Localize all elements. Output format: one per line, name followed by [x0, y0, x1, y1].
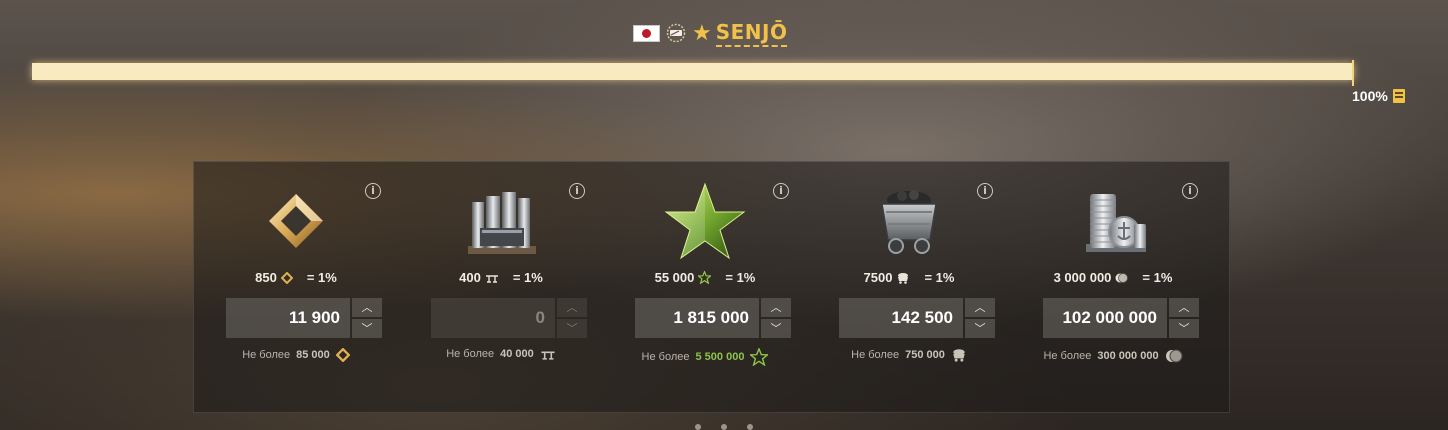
free-xp-icon: [698, 271, 712, 284]
credits-icon: [1165, 349, 1183, 363]
stepper-buttons: ︿ ﹀: [557, 298, 587, 338]
resource-card-credits: i 3 000 000 = 1% 102 000 000 ︿ ﹀ Не боле…: [1011, 162, 1215, 412]
decrement-button[interactable]: ﹀: [761, 319, 791, 338]
quantity-stepper[interactable]: ︿ ﹀: [1043, 298, 1199, 338]
limit-text: Не более 5 500 000: [603, 348, 807, 366]
quantity-stepper[interactable]: ︿ ﹀: [226, 298, 382, 338]
increment-button[interactable]: ︿: [761, 298, 791, 317]
elite-xp-icon: [335, 348, 350, 362]
info-icon[interactable]: i: [773, 183, 789, 199]
progress-end-marker: [1352, 60, 1354, 86]
decrement-button[interactable]: ﹀: [965, 319, 995, 338]
quantity-input-box[interactable]: [1043, 298, 1167, 338]
progress-bar: [32, 63, 1354, 80]
limit-text: Не более 85 000: [194, 348, 398, 362]
coal-icon: [898, 272, 909, 284]
quantity-stepper[interactable]: ︿ ﹀: [431, 298, 587, 338]
exchange-rate: 7500 = 1%: [863, 270, 955, 285]
page-dot[interactable]: [721, 424, 727, 430]
silver-coins-icon: [1086, 194, 1146, 252]
quantity-input-box[interactable]: [226, 298, 350, 338]
limit-text: Не более 300 000 000: [1011, 348, 1215, 364]
progress-fill: [33, 64, 1353, 79]
diamond-frame-icon: [269, 194, 323, 248]
steel-icon: [485, 274, 498, 283]
quantity-input-box[interactable]: [839, 298, 963, 338]
increment-button[interactable]: ︿: [352, 298, 382, 317]
stepper-buttons: ︿ ﹀: [1169, 298, 1199, 338]
quantity-stepper[interactable]: ︿ ﹀: [635, 298, 791, 338]
page-indicator: [684, 424, 764, 430]
page-dot[interactable]: [695, 424, 701, 430]
limit-text: Не более 40 000: [399, 348, 603, 360]
increment-button[interactable]: ︿: [965, 298, 995, 317]
stepper-buttons: ︿ ﹀: [352, 298, 382, 338]
resource-panel: i 850 = 1% ︿ ﹀ Не более: [193, 161, 1230, 413]
info-icon[interactable]: i: [365, 183, 381, 199]
stepper-buttons: ︿ ﹀: [965, 298, 995, 338]
stepper-buttons: ︿ ﹀: [761, 298, 791, 338]
increment-button[interactable]: ︿: [1169, 298, 1199, 317]
decrement-button[interactable]: ﹀: [1169, 319, 1199, 338]
quantity-input-box[interactable]: [635, 298, 759, 338]
document-icon[interactable]: [1392, 89, 1405, 103]
increment-button[interactable]: ︿: [557, 298, 587, 317]
exchange-rate: 850 = 1%: [255, 270, 337, 285]
coal-cart-icon: [881, 190, 937, 254]
exchange-rate: 400 = 1%: [459, 270, 543, 285]
star-icon: ★: [692, 20, 712, 45]
steel-beams-icon: [468, 192, 536, 254]
info-icon[interactable]: i: [569, 183, 585, 199]
elite-xp-icon: [280, 271, 293, 284]
progress-percent: 100%: [1352, 88, 1388, 104]
header: ★ SENJŌ: [0, 0, 1448, 60]
info-icon[interactable]: i: [1182, 183, 1198, 199]
resource-card-coal: i 7500 = 1% ︿ ﹀: [807, 162, 1011, 412]
quantity-input[interactable]: [226, 298, 350, 338]
quantity-input[interactable]: [1043, 298, 1167, 338]
credits-icon: [1115, 272, 1129, 283]
exchange-rate: 3 000 000 = 1%: [1053, 270, 1173, 285]
free-xp-icon: [750, 348, 769, 366]
green-star-icon: [664, 182, 746, 260]
resource-card-steel: i 400 = 1% ︿ ﹀: [399, 162, 603, 412]
resource-card-free-xp: i 55 000 = 1% ︿ ﹀ Не более: [603, 162, 807, 412]
ship-title: ★ SENJŌ: [633, 20, 788, 47]
quantity-input[interactable]: [635, 298, 759, 338]
battleship-class-icon: [664, 23, 688, 43]
japan-flag-icon: [633, 24, 660, 42]
decrement-button[interactable]: ﹀: [557, 319, 587, 338]
ship-name-link[interactable]: SENJŌ: [715, 20, 788, 47]
steel-icon: [541, 351, 555, 360]
quantity-input[interactable]: [839, 298, 963, 338]
exchange-rate: 55 000 = 1%: [654, 270, 756, 285]
quantity-input[interactable]: [431, 298, 555, 338]
limit-text: Не более 750 000: [807, 348, 1011, 362]
coal-icon: [953, 349, 965, 362]
quantity-stepper[interactable]: ︿ ﹀: [839, 298, 995, 338]
resource-card-elite-xp: i 850 = 1% ︿ ﹀ Не более: [194, 162, 398, 412]
info-icon[interactable]: i: [977, 183, 993, 199]
page-dot[interactable]: [747, 424, 753, 430]
decrement-button[interactable]: ﹀: [352, 319, 382, 338]
progress-label: 100%: [1352, 88, 1405, 104]
quantity-input-box[interactable]: [431, 298, 555, 338]
